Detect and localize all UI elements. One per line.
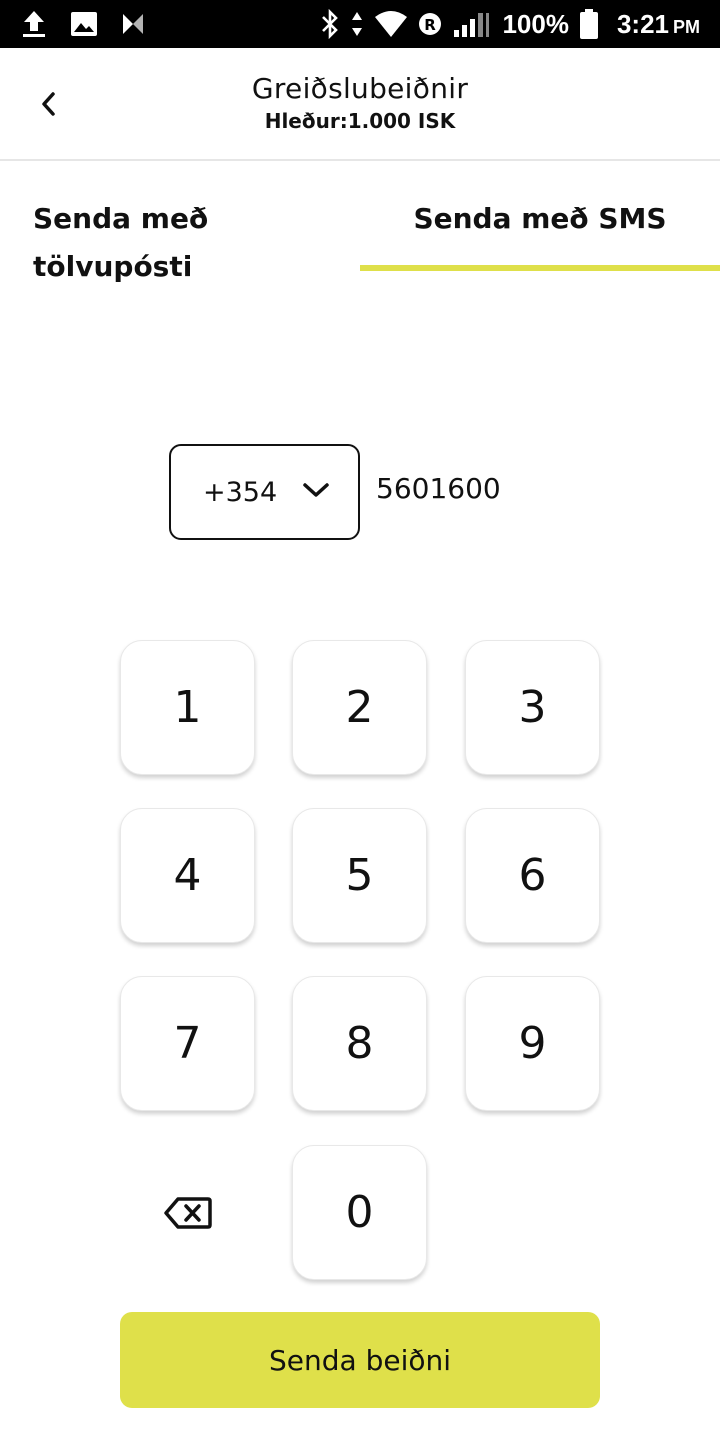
- key-label: 7: [173, 1018, 202, 1069]
- key-label: 3: [518, 682, 547, 733]
- keypad-key-3[interactable]: 3: [465, 640, 600, 775]
- key-label: 0: [345, 1187, 374, 1238]
- key-label: 8: [345, 1018, 374, 1069]
- app-bar: Greiðslubeiðnir Hleður:1.000 ISK: [0, 48, 720, 161]
- clock-time: 3:21: [616, 8, 669, 39]
- upload-icon: [20, 9, 48, 39]
- tab-email-label-line1: Senda með: [33, 202, 209, 235]
- active-tab-indicator: [360, 265, 720, 271]
- page-subtitle: Hleður:1.000 ISK: [264, 109, 456, 133]
- roaming-icon: R: [418, 12, 442, 36]
- key-label: 9: [518, 1018, 547, 1069]
- tab-email-label-line2: tölvupósti: [33, 250, 193, 283]
- battery-icon: [579, 8, 599, 40]
- data-arrows-icon: [350, 10, 364, 38]
- tab-email[interactable]: Senda með tölvupósti: [0, 161, 360, 283]
- image-icon: [70, 11, 98, 37]
- status-bar: R 100% 3:21 PM: [0, 0, 720, 48]
- send-request-label: Senda beiðni: [268, 1343, 451, 1377]
- tab-bar: Senda með tölvupósti Senda með SMS: [0, 161, 720, 283]
- keypad-key-1[interactable]: 1: [120, 640, 255, 775]
- tab-sms-label: Senda með SMS: [413, 202, 667, 235]
- backspace-icon: [163, 1196, 212, 1229]
- send-request-button[interactable]: Senda beiðni: [120, 1312, 600, 1408]
- phone-number-field[interactable]: 5601600: [376, 472, 501, 505]
- key-label: 4: [173, 850, 202, 901]
- country-code-value: +354: [203, 476, 278, 508]
- keypad-key-0[interactable]: 0: [292, 1145, 427, 1280]
- battery-percent: 100%: [502, 8, 569, 39]
- country-code-dropdown[interactable]: +354: [169, 444, 360, 540]
- key-label: 1: [173, 682, 202, 733]
- keypad-key-8[interactable]: 8: [292, 976, 427, 1111]
- keypad-key-6[interactable]: 6: [465, 808, 600, 943]
- keypad-key-7[interactable]: 7: [120, 976, 255, 1111]
- wifi-icon: [374, 10, 408, 38]
- key-label: 2: [345, 682, 374, 733]
- page-title: Greiðslubeiðnir: [251, 72, 469, 105]
- chevron-down-icon: [303, 483, 329, 497]
- svg-text:R: R: [425, 16, 437, 34]
- clock-ampm: PM: [673, 16, 700, 37]
- keypad-key-5[interactable]: 5: [292, 808, 427, 943]
- bluetooth-icon: [320, 9, 340, 39]
- keypad-key-9[interactable]: 9: [465, 976, 600, 1111]
- tab-sms[interactable]: Senda með SMS: [360, 161, 720, 273]
- keypad-key-4[interactable]: 4: [120, 808, 255, 943]
- clock: 3:21 PM: [617, 9, 700, 40]
- backspace-button[interactable]: [120, 1145, 255, 1280]
- key-label: 5: [345, 850, 374, 901]
- key-label: 6: [518, 850, 547, 901]
- signal-icon: [452, 10, 492, 38]
- keypad-key-2[interactable]: 2: [292, 640, 427, 775]
- app-notification-icon: [120, 11, 146, 37]
